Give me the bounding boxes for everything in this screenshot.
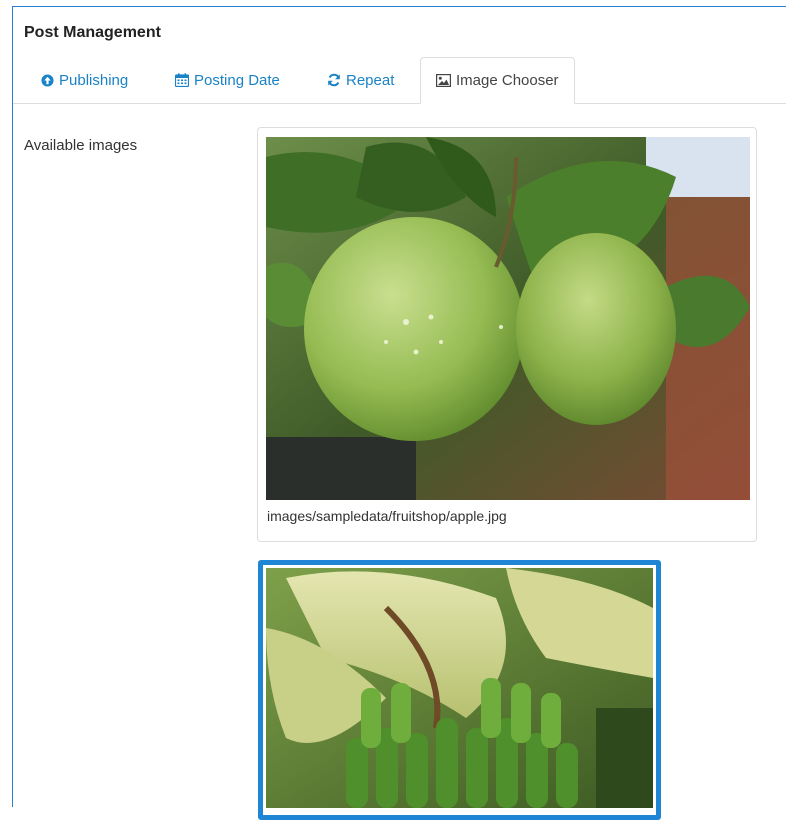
post-management-panel: Post Management Publishing Posting Date [12,6,786,820]
available-images-label: Available images [24,137,138,154]
tab-image-chooser[interactable]: Image Chooser [420,57,575,104]
calendar-icon [175,73,189,87]
apple-image [266,137,750,500]
tab-label: Publishing [59,71,129,89]
banana-image [266,568,653,808]
tab-repeat[interactable]: Repeat [327,57,394,103]
panel-title: Post Management [24,24,161,41]
tab-bar: Publishing Posting Date Repeat Image Cho… [13,57,786,104]
image-option-apple[interactable]: images/sampledata/fruitshop/apple.jpg [257,127,757,542]
tab-label: Repeat [346,71,395,89]
image-option-banana[interactable] [258,560,661,820]
picture-icon [436,74,451,87]
tab-posting-date[interactable]: Posting Date [175,57,280,103]
tab-publishing[interactable]: Publishing [41,57,128,103]
refresh-icon [328,73,340,87]
tab-label: Image Chooser [456,72,559,89]
image-caption: images/sampledata/fruitshop/apple.jpg [267,508,507,524]
tab-label: Posting Date [194,71,280,89]
circle-arrow-up-icon [41,73,54,87]
